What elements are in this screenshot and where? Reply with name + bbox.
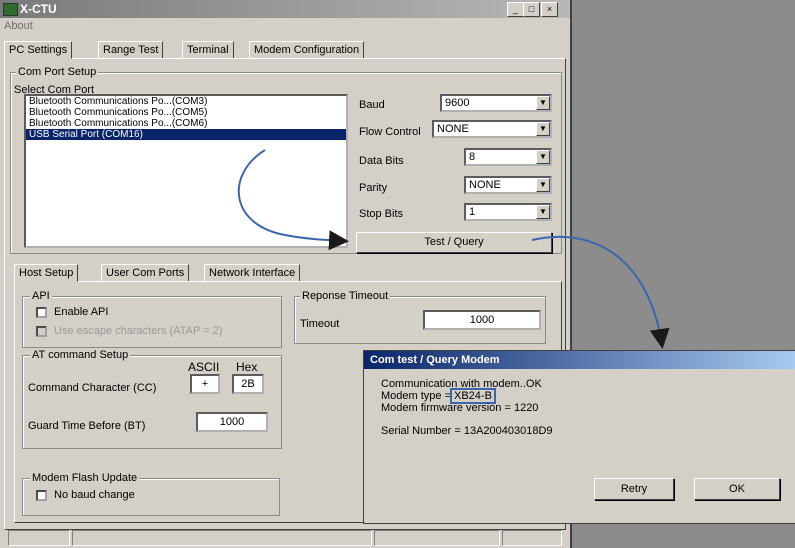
arrow-test-to-dialog (531, 235, 670, 349)
arrow-list-to-test (237, 149, 349, 251)
tab-host-setup[interactable]: Host Setup (14, 264, 79, 282)
tab-pc-settings[interactable]: PC Settings (4, 41, 73, 59)
annotation-arrows (237, 149, 670, 349)
